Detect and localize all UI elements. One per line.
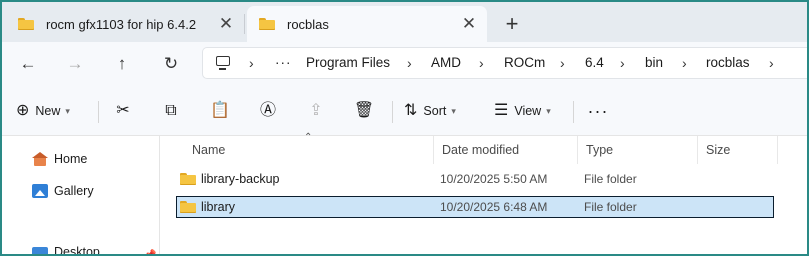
column-header-type[interactable]: Type: [578, 136, 698, 164]
file-type: File folder: [584, 172, 637, 186]
tab-rocm-gfx1103[interactable]: rocm gfx1103 for hip 6.4.2 ✕: [6, 6, 244, 42]
sort-button-label: Sort: [423, 104, 447, 118]
address-row: ← → ↑ ↻ › ··· Program Files › AMD › ROCm…: [2, 42, 807, 86]
nav-item-label: Desktop: [54, 245, 100, 254]
back-button[interactable]: ←: [16, 52, 40, 76]
chevron-right-icon[interactable]: ›: [249, 48, 254, 78]
breadcrumb-amd[interactable]: AMD: [431, 48, 461, 78]
folder-icon: [18, 18, 34, 30]
address-bar[interactable]: › ··· Program Files › AMD › ROCm › 6.4 ›…: [202, 47, 807, 79]
breadcrumb-bin[interactable]: bin: [645, 48, 663, 78]
paste-icon[interactable]: 📋: [208, 99, 232, 123]
toolbar-divider: [392, 101, 393, 123]
file-name-cell: library-backup: [180, 169, 280, 189]
view-button-label: View: [514, 104, 542, 118]
share-icon[interactable]: ⇪: [304, 99, 328, 123]
view-button[interactable]: ☰ View ▾: [494, 96, 551, 126]
breadcrumb-overflow[interactable]: ···: [275, 48, 292, 78]
folder-icon: [180, 201, 196, 213]
file-name: library-backup: [201, 172, 280, 186]
this-pc-icon[interactable]: [216, 56, 230, 70]
chevron-down-icon: ▾: [451, 106, 456, 116]
tab-strip: rocm gfx1103 for hip 6.4.2 ✕ rocblas ✕ +: [2, 2, 807, 42]
breadcrumb-rocm[interactable]: ROCm: [504, 48, 545, 78]
new-button[interactable]: ⊕ New ▾: [16, 96, 70, 126]
pin-icon: 📌: [144, 250, 156, 254]
close-tab-icon[interactable]: ✕: [214, 14, 238, 34]
column-header-date-modified[interactable]: Date modified: [434, 136, 578, 164]
breadcrumb-6-4[interactable]: 6.4: [585, 48, 604, 78]
forward-button[interactable]: →: [63, 52, 87, 76]
chevron-right-icon[interactable]: ›: [682, 48, 687, 78]
table-row[interactable]: library-backup 10/20/2025 5:50 AM File f…: [176, 169, 774, 191]
tab-divider: [244, 14, 245, 34]
new-tab-button[interactable]: +: [498, 10, 526, 38]
sort-button[interactable]: ⇅ Sort ▾: [404, 96, 456, 126]
tab-rocblas[interactable]: rocblas ✕: [247, 6, 487, 42]
nav-item-label: Gallery: [54, 184, 94, 198]
breadcrumb-program-files[interactable]: Program Files: [306, 48, 390, 78]
delete-icon[interactable]: 🗑: [352, 99, 376, 123]
chevron-down-icon: ▾: [65, 106, 70, 116]
copy-icon[interactable]: ⧉: [159, 99, 183, 123]
more-options-button[interactable]: ···: [586, 99, 610, 123]
nav-item-desktop[interactable]: Desktop: [32, 242, 100, 254]
up-button[interactable]: ↑: [110, 52, 134, 76]
close-tab-icon[interactable]: ✕: [457, 14, 481, 34]
toolbar-divider: [98, 101, 99, 123]
column-header-name[interactable]: Name: [184, 136, 434, 164]
folder-icon: [180, 173, 196, 185]
chevron-right-icon[interactable]: ›: [620, 48, 625, 78]
chevron-down-icon: ▾: [546, 106, 551, 116]
refresh-button[interactable]: ↻: [159, 52, 183, 76]
nav-item-home[interactable]: Home: [32, 149, 87, 169]
new-button-label: New: [35, 104, 61, 118]
rename-icon[interactable]: Ⓐ: [256, 99, 280, 123]
file-type: File folder: [584, 200, 637, 214]
file-explorer-window: rocm gfx1103 for hip 6.4.2 ✕ rocblas ✕ +…: [2, 2, 807, 254]
chevron-right-icon[interactable]: ›: [560, 48, 565, 78]
desktop-icon: [32, 247, 48, 254]
gallery-icon: [32, 184, 48, 198]
cut-icon[interactable]: ✂: [111, 99, 135, 123]
chevron-right-icon[interactable]: ›: [407, 48, 412, 78]
file-list: ⌃ Name Date modified Type Size library-b…: [160, 132, 807, 254]
table-row-selected[interactable]: library 10/20/2025 6:48 AM File folder: [176, 196, 774, 218]
view-icon: ☰: [494, 102, 509, 119]
home-icon: [32, 152, 48, 166]
sort-icon: ⇅: [404, 102, 418, 119]
navigation-pane: Home Gallery Desktop 📌: [2, 136, 159, 254]
command-bar: ⊕ New ▾ ✂ ⧉ 📋 Ⓐ ⇪ 🗑 ⇅ Sort ▾ ☰ View ▾ ··…: [2, 86, 807, 136]
chevron-right-icon[interactable]: ›: [479, 48, 484, 78]
tab-label: rocm gfx1103 for hip 6.4.2: [46, 16, 197, 32]
toolbar-divider: [573, 101, 574, 123]
file-name: library: [201, 200, 236, 214]
column-header-size[interactable]: Size: [698, 136, 778, 164]
add-icon: ⊕: [16, 102, 30, 119]
folder-icon: [259, 18, 275, 30]
file-date: 10/20/2025 6:48 AM: [440, 200, 548, 214]
tab-label: rocblas: [287, 16, 329, 32]
file-date: 10/20/2025 5:50 AM: [440, 172, 548, 186]
nav-item-gallery[interactable]: Gallery: [32, 181, 94, 201]
breadcrumb-rocblas[interactable]: rocblas: [706, 48, 750, 78]
nav-item-label: Home: [54, 152, 88, 166]
file-name-cell: library: [180, 197, 235, 217]
chevron-right-icon[interactable]: ›: [769, 48, 774, 78]
